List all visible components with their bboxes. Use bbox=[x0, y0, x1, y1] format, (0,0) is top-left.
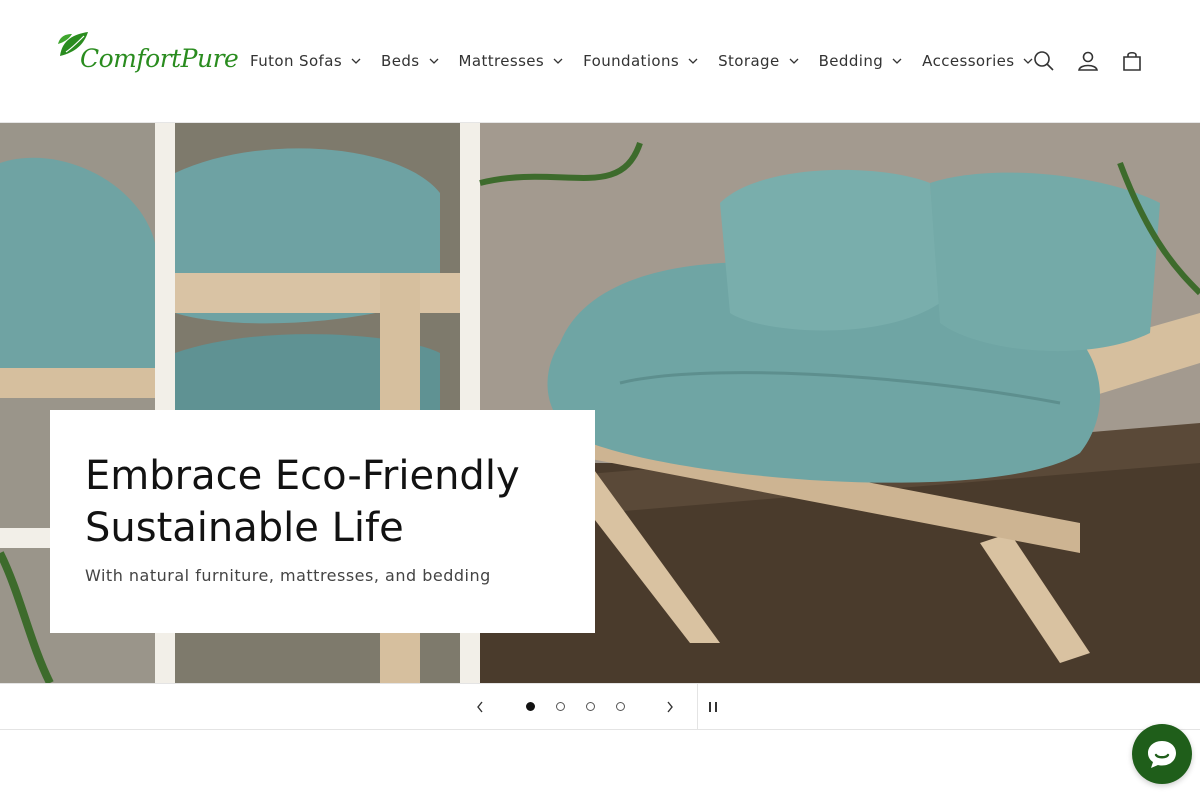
chevron-right-icon bbox=[667, 701, 673, 712]
chevron-down-icon bbox=[351, 58, 361, 64]
nav-item-label: Storage bbox=[718, 52, 780, 70]
chevron-down-icon bbox=[789, 58, 799, 64]
slide-dot-2[interactable] bbox=[545, 684, 575, 729]
nav-item-beds[interactable]: Beds bbox=[371, 40, 448, 82]
nav-item-label: Futon Sofas bbox=[250, 52, 343, 70]
nav-item-futon-sofas[interactable]: Futon Sofas bbox=[240, 40, 371, 82]
chevron-down-icon bbox=[892, 58, 902, 64]
nav-item-label: Beds bbox=[381, 52, 420, 70]
search-button[interactable] bbox=[1022, 39, 1066, 83]
slide-dot-1[interactable] bbox=[515, 684, 545, 729]
slider-controls bbox=[0, 683, 1200, 730]
next-slide-button[interactable] bbox=[650, 684, 690, 729]
slide-dot-3[interactable] bbox=[575, 684, 605, 729]
site-header: ComfortPure Futon Sofas Beds Mattresses … bbox=[0, 0, 1200, 123]
nav-item-label: Mattresses bbox=[458, 52, 545, 70]
cart-icon bbox=[1123, 51, 1141, 71]
hero-subtitle: With natural furniture, mattresses, and … bbox=[85, 566, 491, 585]
pause-icon bbox=[709, 701, 717, 712]
nav-item-label: Foundations bbox=[583, 52, 680, 70]
hero-slideshow: Embrace Eco-Friendly Sustainable Life Wi… bbox=[0, 123, 1200, 683]
chevron-down-icon bbox=[688, 58, 698, 64]
slide-dot-indicator bbox=[585, 702, 595, 711]
previous-slide-button[interactable] bbox=[460, 684, 500, 729]
pause-slideshow-button[interactable] bbox=[698, 684, 728, 729]
hero-text-card: Embrace Eco-Friendly Sustainable Life Wi… bbox=[50, 410, 595, 633]
chevron-down-icon bbox=[429, 58, 438, 64]
chat-launcher-button[interactable] bbox=[1132, 724, 1192, 784]
search-icon bbox=[1034, 51, 1054, 71]
logo-text: ComfortPure bbox=[80, 44, 239, 73]
slide-dot-indicator bbox=[615, 702, 625, 711]
hero-title: Embrace Eco-Friendly Sustainable Life bbox=[85, 453, 520, 551]
account-button[interactable] bbox=[1066, 39, 1110, 83]
chevron-down-icon bbox=[553, 58, 563, 64]
nav-item-label: Accessories bbox=[922, 52, 1015, 70]
slide-dot-indicator bbox=[525, 702, 535, 711]
slide-dot-4[interactable] bbox=[605, 684, 635, 729]
header-icons bbox=[1022, 39, 1154, 83]
chat-bubble-icon bbox=[1148, 741, 1176, 768]
nav-item-bedding[interactable]: Bedding bbox=[809, 40, 913, 82]
main-nav: Futon Sofas Beds Mattresses Foundations … bbox=[240, 40, 1043, 82]
slide-dot-indicator bbox=[555, 702, 565, 711]
logo[interactable]: ComfortPure bbox=[56, 30, 239, 84]
nav-item-foundations[interactable]: Foundations bbox=[573, 40, 708, 82]
account-icon bbox=[1078, 51, 1098, 71]
nav-item-label: Bedding bbox=[818, 52, 884, 70]
cart-button[interactable] bbox=[1110, 39, 1154, 83]
nav-item-mattresses[interactable]: Mattresses bbox=[449, 40, 574, 82]
chevron-left-icon bbox=[477, 701, 483, 712]
nav-item-storage[interactable]: Storage bbox=[708, 40, 809, 82]
